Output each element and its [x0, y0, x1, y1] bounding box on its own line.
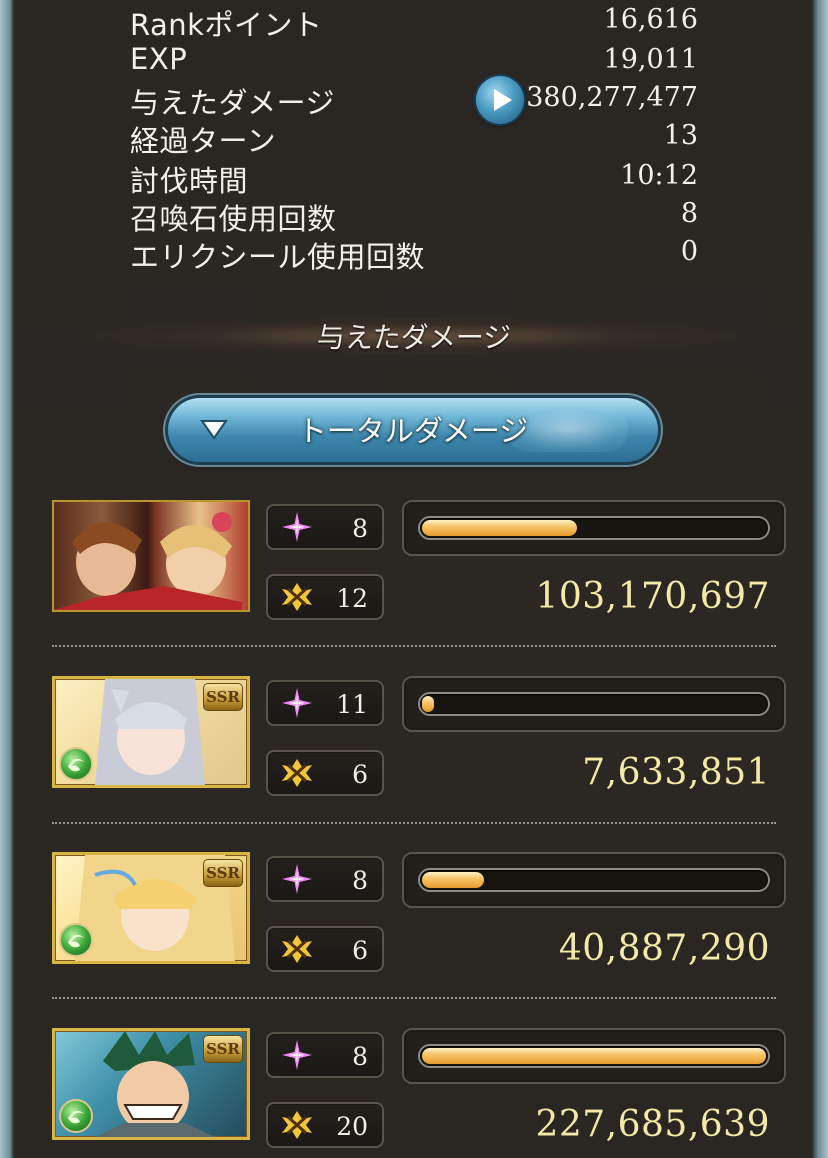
sparkle-icon: [282, 512, 312, 542]
stat-value: 10:12: [620, 160, 698, 191]
damage-value: 227,685,639: [535, 1104, 770, 1145]
crossed-swords-icon: [282, 583, 312, 611]
charge-attack-count-box: 6: [266, 750, 384, 796]
stat-label: 経過ターン: [130, 124, 277, 158]
stat-label: EXP: [130, 42, 188, 76]
stat-label: 召喚石使用回数: [130, 202, 337, 236]
damage-value: 7,633,851: [582, 752, 770, 793]
damage-bar-frame: [402, 500, 786, 556]
skill-count-box: 11: [266, 680, 384, 726]
skill-count: 11: [336, 690, 368, 719]
character-portrait[interactable]: [52, 500, 250, 612]
charge-attack-count: 6: [352, 760, 368, 789]
character-row: SSR 11 6 7,633,851: [52, 676, 792, 796]
stat-summon-uses: 召喚石使用回数 8: [130, 196, 700, 236]
damage-value: 103,170,697: [535, 576, 770, 617]
charge-attack-count-box: 6: [266, 926, 384, 972]
charge-attack-count-box: 12: [266, 574, 384, 620]
character-row: SSR 8 20 227,685,639: [52, 1028, 792, 1148]
damage-bar-frame: [402, 852, 786, 908]
damage-type-dropdown[interactable]: トータルダメージ: [168, 398, 658, 462]
damage-bar-frame: [402, 676, 786, 732]
character-portrait[interactable]: SSR: [52, 852, 250, 964]
stat-value: 380,277,477: [526, 82, 698, 113]
stat-value: 0: [680, 236, 698, 267]
sparkle-icon: [282, 864, 312, 894]
wind-element-icon: [59, 747, 93, 781]
damage-bar-fill: [422, 520, 577, 536]
character-portrait[interactable]: SSR: [52, 1028, 250, 1140]
character-row: SSR 8 6 40,887,290: [52, 852, 792, 972]
damage-bar-track: [420, 1046, 768, 1066]
skill-count: 8: [352, 514, 368, 543]
crossed-swords-icon: [282, 1111, 312, 1139]
crossed-swords-icon: [282, 759, 312, 787]
divider: [52, 997, 776, 999]
ssr-badge: SSR: [203, 859, 243, 887]
sparkle-icon: [282, 688, 312, 718]
skill-count: 8: [352, 1042, 368, 1071]
ssr-badge: SSR: [203, 683, 243, 711]
charge-attack-count: 6: [352, 936, 368, 965]
ssr-badge: SSR: [203, 1035, 243, 1063]
divider: [52, 645, 776, 647]
dropdown-label: トータルダメージ: [297, 414, 529, 448]
play-icon[interactable]: [476, 76, 524, 124]
character-row: 8 12 103,170,697: [52, 500, 792, 620]
wind-element-icon: [59, 923, 93, 957]
crossed-swords-icon: [282, 935, 312, 963]
wind-element-icon: [59, 1099, 93, 1133]
charge-attack-count-box: 20: [266, 1102, 384, 1148]
stat-value: 16,616: [603, 4, 698, 35]
damage-bar-fill: [422, 1048, 766, 1064]
divider: [52, 822, 776, 824]
section-title: 与えたダメージ: [316, 321, 512, 354]
stat-exp: EXP 19,011: [130, 42, 700, 80]
skill-count-box: 8: [266, 856, 384, 902]
stat-value: 13: [663, 120, 698, 151]
charge-attack-count: 12: [336, 584, 368, 613]
damage-bar-fill: [422, 872, 484, 888]
stat-value: 19,011: [603, 44, 698, 75]
charge-attack-count: 20: [336, 1112, 368, 1141]
sparkle-icon: [282, 1040, 312, 1070]
stat-label: 与えたダメージ: [130, 86, 336, 120]
stat-damage: 与えたダメージ 380,277,477: [130, 80, 700, 120]
skill-count: 8: [352, 866, 368, 895]
damage-bar-track: [420, 870, 768, 890]
stat-value: 8: [680, 198, 698, 229]
skill-count-box: 8: [266, 504, 384, 550]
stat-turns: 経過ターン 13: [130, 118, 700, 158]
stat-time: 討伐時間 10:12: [130, 158, 700, 198]
stat-label: 討伐時間: [130, 164, 249, 198]
damage-bar-track: [420, 694, 768, 714]
damage-bar-fill: [422, 696, 434, 712]
play-glyph: [494, 89, 512, 111]
stat-rank-points: Rankポイント 16,616: [130, 2, 700, 42]
character-art: [54, 512, 242, 610]
damage-bar-frame: [402, 1028, 786, 1084]
damage-value: 40,887,290: [558, 928, 770, 969]
damage-bar-track: [420, 518, 768, 538]
stat-elixir-uses: エリクシール使用回数 0: [130, 234, 700, 274]
stat-label: エリクシール使用回数: [130, 240, 426, 274]
skill-count-box: 8: [266, 1032, 384, 1078]
stat-label: Rankポイント: [130, 8, 323, 42]
character-portrait[interactable]: SSR: [52, 676, 250, 788]
